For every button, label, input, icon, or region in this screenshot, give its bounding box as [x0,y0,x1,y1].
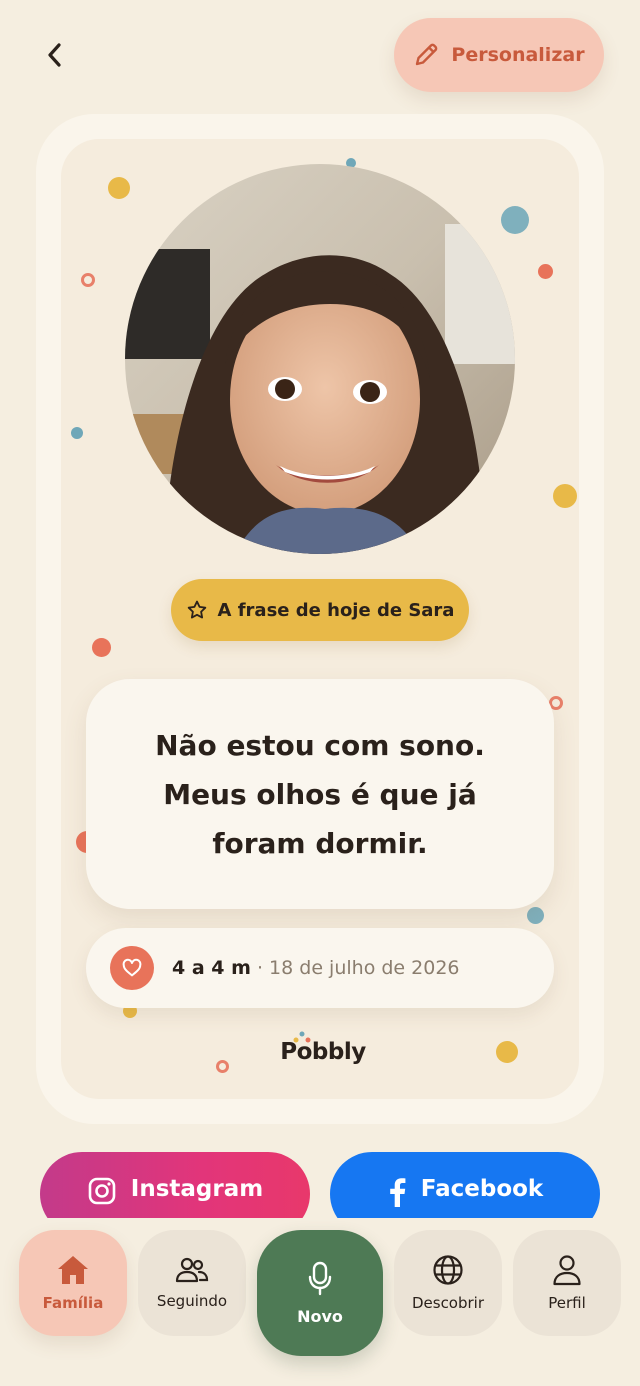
like-button[interactable] [110,946,154,990]
instagram-label: Instagram [130,1176,264,1202]
quote-bubble: Não estou com sono. Meus olhos é que já … [86,679,554,909]
heart-icon [122,958,142,977]
child-age: 4 a 4 m [172,957,251,979]
back-button[interactable] [30,30,80,80]
child-photo [125,164,515,554]
quote-text: Não estou com sono. Meus olhos é que já … [155,728,485,860]
brand-dots-icon [293,1031,311,1043]
users-icon [175,1257,209,1283]
tab-familia-label: Família [42,1294,104,1312]
pencil-icon [416,43,438,66]
star-icon [187,600,206,619]
quote-date: 18 de julho de 2026 [269,957,460,979]
tab-perfil-label: Perfil [548,1294,586,1312]
home-icon [58,1256,88,1284]
tab-novo-label: Novo [297,1306,343,1326]
tab-novo[interactable]: Novo [257,1230,383,1356]
facebook-icon [389,1178,406,1207]
quote-meta: 4 a 4 m · 18 de julho de 2026 [86,928,554,1008]
meta-separator: · [256,957,263,979]
pobbly-logo: Pobbly [278,1031,368,1070]
personalize-label: Personalizar [451,44,585,66]
microphone-icon [308,1261,332,1295]
personalize-button[interactable]: Personalizar [394,18,604,92]
tab-descobrir-label: Descobrir [411,1294,485,1312]
tab-perfil[interactable]: Perfil [513,1230,621,1336]
todays-phrase-badge: A frase de hoje de Sara [171,579,469,641]
tab-seguindo[interactable]: Seguindo [138,1230,246,1336]
user-icon [553,1255,581,1286]
instagram-icon [88,1177,116,1205]
tab-descobrir[interactable]: Descobrir [394,1230,502,1336]
tab-seguindo-label: Seguindo [156,1292,228,1310]
phrase-badge-label: A frase de hoje de Sara [217,599,455,621]
facebook-label: Facebook [420,1176,544,1202]
globe-icon [433,1255,463,1285]
tab-familia[interactable]: Família [19,1230,127,1336]
chevron-left-icon [48,43,61,67]
